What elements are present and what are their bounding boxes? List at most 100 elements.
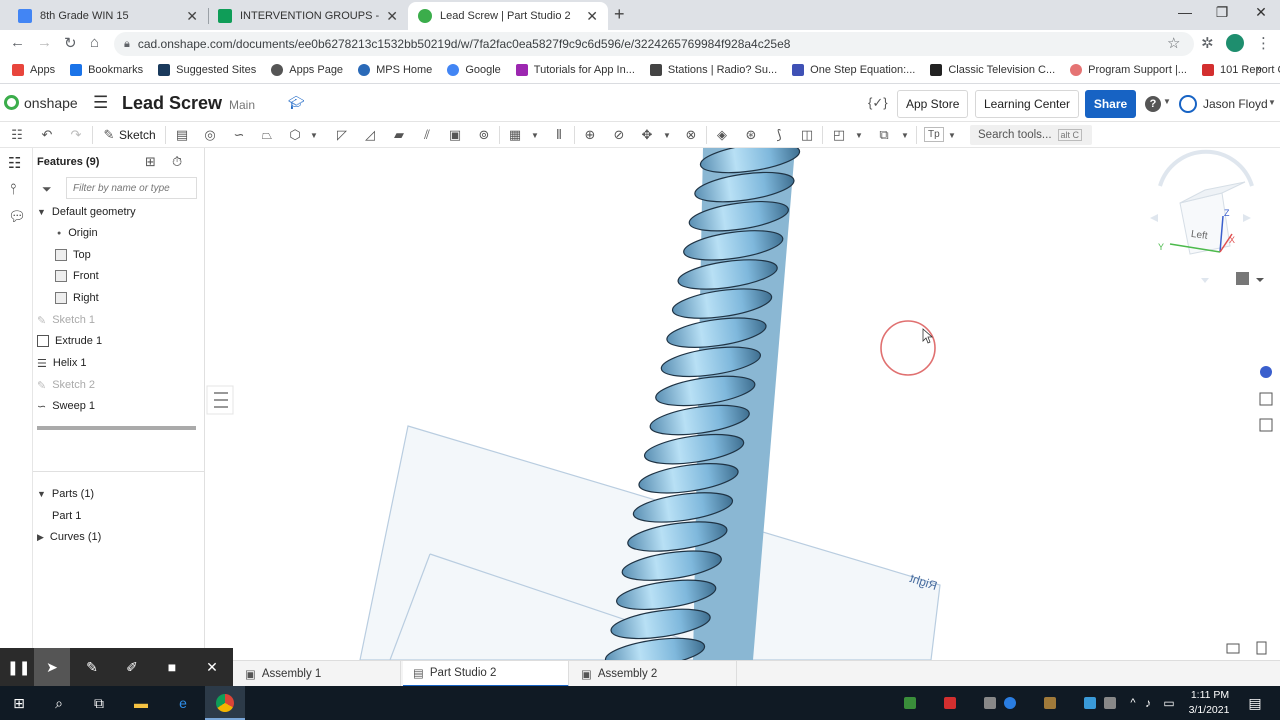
chrome-taskbar-icon[interactable] bbox=[216, 694, 234, 712]
tray-app-icon[interactable] bbox=[1104, 697, 1116, 709]
url-bar[interactable]: 🔒︎ cad.onshape.com/documents/ee0b6278213… bbox=[114, 32, 1194, 56]
appearance-panel-icon[interactable] bbox=[1260, 366, 1272, 378]
chevron-down-icon[interactable]: ▼ bbox=[663, 131, 671, 140]
comments-icon[interactable]: 💬︎ bbox=[8, 208, 26, 225]
transform-icon[interactable]: ✥ bbox=[638, 126, 656, 144]
mate-connector-icon[interactable]: ⊛ bbox=[742, 126, 760, 144]
tray-drive-icon[interactable] bbox=[904, 697, 916, 709]
pen-icon[interactable]: ✎ bbox=[83, 658, 101, 676]
network-icon[interactable]: ▭ bbox=[1160, 694, 1178, 712]
pause-icon[interactable]: ❚❚ bbox=[7, 658, 30, 676]
file-explorer-icon[interactable]: ▬ bbox=[132, 694, 150, 712]
close-tab-icon[interactable]: ✕ bbox=[386, 8, 398, 25]
feature-filter-input[interactable] bbox=[66, 177, 197, 199]
share-button[interactable]: Share bbox=[1085, 90, 1136, 118]
features-list-icon[interactable]: ☷ bbox=[8, 154, 21, 172]
close-tab-icon[interactable]: ✕ bbox=[586, 8, 598, 25]
feature-item-helix-1[interactable]: ☰ Helix 1 bbox=[37, 353, 87, 373]
feature-item-front[interactable]: Front bbox=[55, 266, 99, 286]
document-title[interactable]: Lead Screw bbox=[122, 93, 222, 114]
feature-item-extrude-1[interactable]: Extrude 1 bbox=[37, 331, 102, 351]
thicken-icon[interactable]: ⬡ bbox=[286, 126, 304, 144]
highlighter-icon[interactable]: ✐ bbox=[123, 658, 141, 676]
bookmark-program-support[interactable]: Program Support |... bbox=[1070, 64, 1187, 76]
chevron-down-icon[interactable]: ▼ bbox=[855, 131, 863, 140]
reload-icon[interactable]: ↻ bbox=[64, 34, 77, 52]
search-tools-input[interactable]: Search tools... alt C bbox=[970, 125, 1092, 145]
chevron-down-icon[interactable]: ▼ bbox=[531, 131, 539, 140]
chevron-down-icon[interactable]: ▼ bbox=[901, 131, 909, 140]
featurescript-icon[interactable]: {✓} bbox=[868, 95, 888, 111]
model-canvas[interactable]: Right Left Z Y X bbox=[205, 148, 1280, 660]
edge-icon[interactable]: e bbox=[174, 694, 192, 712]
rollback-timer-icon[interactable]: ⏱ bbox=[172, 154, 182, 170]
part-item[interactable]: Part 1 bbox=[52, 506, 81, 526]
close-window-icon[interactable]: ✕ bbox=[1246, 4, 1276, 21]
bookmark-tutorials[interactable]: Tutorials for App In... bbox=[515, 64, 635, 76]
tab-part-studio-2[interactable]: ▤ Part Studio 2 bbox=[403, 661, 569, 687]
tray-acrobat-icon[interactable] bbox=[944, 697, 956, 709]
bookmark-report-card[interactable]: 101 Report Card Co... bbox=[1201, 64, 1280, 76]
feature-list-icon[interactable]: ☷ bbox=[8, 126, 26, 144]
rollback-bar[interactable] bbox=[37, 426, 196, 430]
profile-avatar[interactable] bbox=[1226, 34, 1244, 52]
tab-assembly-2[interactable]: ▣ Assembly 2 bbox=[571, 661, 737, 687]
clock-time[interactable]: 1:11 PM bbox=[1188, 689, 1232, 701]
chamfer-icon[interactable]: ◿ bbox=[361, 126, 379, 144]
split-icon[interactable]: ⊘ bbox=[610, 126, 628, 144]
fillet-icon[interactable]: ◸ bbox=[333, 126, 351, 144]
camera-icon[interactable]: ■ bbox=[163, 658, 181, 676]
boolean-icon[interactable]: ⊕ bbox=[581, 126, 599, 144]
delete-part-icon[interactable]: ⊗ bbox=[682, 126, 700, 144]
bookmark-one-step[interactable]: One Step Equation:... bbox=[792, 64, 915, 76]
feature-item-sweep-1[interactable]: ∽ Sweep 1 bbox=[37, 396, 95, 416]
graphics-viewport[interactable]: Right Left Z Y X bbox=[205, 148, 1280, 660]
minimize-icon[interactable]: — bbox=[1170, 4, 1200, 20]
feature-item-origin[interactable]: ● Origin bbox=[57, 223, 98, 243]
branch-label[interactable]: Main bbox=[229, 98, 255, 112]
pattern-icon[interactable]: ▦ bbox=[506, 126, 524, 144]
bookmark-apps[interactable]: Apps bbox=[12, 64, 55, 76]
onshape-logo-text[interactable]: onshape bbox=[24, 95, 78, 111]
revolve-icon[interactable]: ◎ bbox=[201, 126, 219, 144]
parts-panel-icon[interactable] bbox=[1259, 392, 1273, 406]
browser-tab-lead-screw[interactable]: Lead Screw | Part Studio 2 ✕ bbox=[408, 2, 608, 30]
bookmark-stations[interactable]: Stations | Radio? Su... bbox=[649, 64, 777, 76]
shell-icon[interactable]: ▣ bbox=[446, 126, 464, 144]
forward-icon[interactable]: → bbox=[37, 34, 52, 51]
tray-app-icon[interactable] bbox=[1084, 697, 1096, 709]
bookmark-classic-tv[interactable]: Classic Television C... bbox=[930, 64, 1055, 76]
custom-feature-button[interactable]: Tp bbox=[924, 127, 944, 142]
education-cap-icon[interactable]: 🎓︎ bbox=[288, 95, 305, 111]
bookmark-bookmarks[interactable]: Bookmarks bbox=[70, 64, 143, 76]
chevron-down-icon[interactable]: ▼ bbox=[310, 131, 318, 140]
draft-icon[interactable]: ▰ bbox=[390, 126, 408, 144]
rib-icon[interactable]: ⫽ bbox=[418, 126, 436, 144]
close-tab-icon[interactable]: ✕ bbox=[186, 8, 198, 25]
sweep-icon[interactable]: ∽ bbox=[230, 126, 248, 144]
bookmark-google[interactable]: Google bbox=[447, 64, 501, 76]
windows-start-icon[interactable]: ⊞ bbox=[10, 694, 28, 712]
back-icon[interactable]: ← bbox=[10, 34, 25, 51]
restore-icon[interactable]: ❐ bbox=[1207, 4, 1237, 21]
help-icon[interactable]: ? bbox=[1145, 96, 1161, 112]
mate-panel-icon[interactable] bbox=[1259, 418, 1273, 432]
extrude-icon[interactable]: ▤ bbox=[173, 126, 191, 144]
sheet-metal-icon[interactable]: ◰ bbox=[830, 126, 848, 144]
feature-item-top[interactable]: Top bbox=[55, 245, 91, 265]
feature-item-right[interactable]: Right bbox=[55, 288, 99, 308]
tab-assembly-1[interactable]: ▣ Assembly 1 bbox=[235, 661, 401, 687]
feature-item-sketch-1[interactable]: ✎ Sketch 1 bbox=[37, 310, 95, 330]
home-icon[interactable]: ⌂ bbox=[90, 34, 99, 51]
app-store-button[interactable]: App Store bbox=[897, 90, 969, 118]
task-view-icon[interactable]: ⧉ bbox=[90, 694, 108, 712]
plane-icon[interactable]: ◈ bbox=[713, 126, 731, 144]
view-cube[interactable]: Left Z Y X bbox=[1150, 149, 1254, 283]
measure-icon[interactable] bbox=[1256, 641, 1267, 655]
close-recorder-icon[interactable]: ✕ bbox=[203, 658, 221, 676]
browser-tab-intervention-groups[interactable]: INTERVENTION GROUPS - Goog ✕ bbox=[208, 2, 408, 30]
bookmark-mps-home[interactable]: MPS Home bbox=[358, 64, 432, 76]
filter-icon[interactable]: ⏷ bbox=[42, 182, 52, 197]
section-view-icon[interactable] bbox=[1226, 643, 1240, 654]
loft-icon[interactable]: ⏢ bbox=[258, 126, 276, 144]
